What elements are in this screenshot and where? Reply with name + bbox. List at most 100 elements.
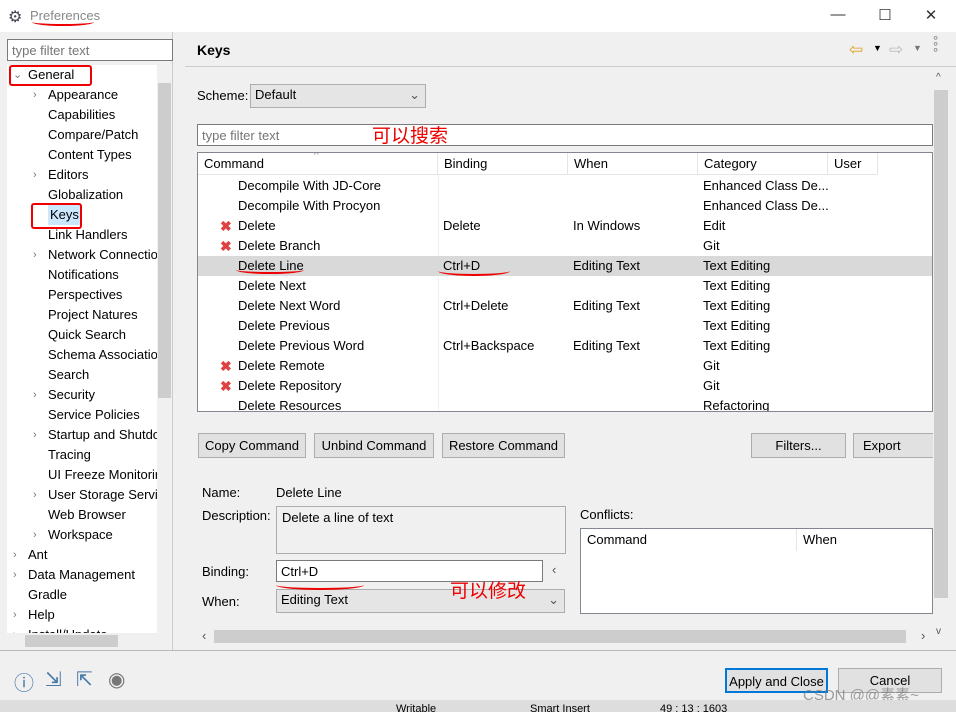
cell-command: Delete Next [238, 278, 306, 293]
keys-filter-input[interactable] [197, 124, 933, 146]
error-x-icon: ✖ [220, 238, 232, 254]
cell-command: Delete Resources [238, 398, 342, 412]
conflicts-table: Command When [580, 528, 933, 614]
sort-ascending-icon: ^ [314, 152, 319, 161]
cell-command: Delete Remote [238, 358, 325, 373]
chevron-right-icon[interactable]: › [33, 525, 37, 545]
annotation-underline [236, 266, 304, 274]
forward-arrow-icon[interactable]: ⇨ [889, 40, 903, 60]
page-horizontal-scrollbar[interactable]: ‹ › [197, 628, 933, 644]
column-category[interactable]: Category [698, 153, 828, 175]
tree-item-label: Security [48, 387, 95, 402]
table-row[interactable]: ✖ Delete Branch Git [198, 236, 932, 256]
tree-item-label: Globalization [48, 187, 124, 202]
annotation-underline [276, 580, 364, 590]
forward-dropdown-icon[interactable]: ▼ [913, 43, 922, 53]
table-row[interactable]: Delete Previous Word Ctrl+Backspace Editin… [198, 336, 932, 356]
tree-item-label: Editors [48, 167, 89, 182]
column-when[interactable]: When [568, 153, 698, 175]
tree-vertical-scrollbar[interactable] [157, 65, 172, 633]
tree-filter-input[interactable] [7, 39, 173, 61]
tree-item-label: Web Browser [48, 507, 126, 522]
tree-horizontal-scrollbar[interactable] [7, 633, 172, 649]
view-menu-icon[interactable]: ° ° ° [933, 34, 941, 59]
when-label: When: [202, 594, 240, 609]
eclipse-gear-icon: ⚙ [8, 9, 23, 26]
unbind-command-button[interactable]: Unbind Command [314, 433, 434, 458]
tree-item-label: Gradle [28, 587, 68, 602]
copy-command-button[interactable]: Copy Command [198, 433, 306, 458]
tree-item-label: Notifications [48, 267, 119, 282]
minimize-button[interactable]: — [828, 6, 848, 23]
cell-category: Git [703, 238, 720, 253]
table-row[interactable]: Decompile With JD-Core Enhanced Class De.… [198, 176, 932, 196]
table-row[interactable]: Delete Next Word Ctrl+Delete Editing Text T… [198, 296, 932, 316]
scroll-thumb[interactable] [158, 83, 171, 398]
table-row[interactable]: ✖ Delete Delete In Windows Edit [198, 216, 932, 236]
conflicts-column-command[interactable]: Command [581, 529, 797, 551]
annotation-box-keys [31, 203, 82, 229]
cell-category: Enhanced Class De... [703, 178, 828, 193]
tree-item-label: Project Natures [48, 307, 138, 322]
filters-button[interactable]: Filters... [751, 433, 846, 458]
conflicts-column-when[interactable]: When [797, 529, 932, 551]
cell-when: Editing Text [573, 258, 640, 273]
cell-category: Text Editing [703, 278, 771, 293]
back-dropdown-icon[interactable]: ▼ [873, 43, 882, 53]
chevron-right-icon[interactable]: › [13, 605, 17, 625]
tree-item-label: Data Management [28, 567, 135, 582]
tree-item-label: Help [28, 607, 55, 622]
conflicts-label: Conflicts: [580, 507, 634, 522]
chevron-right-icon[interactable]: › [33, 165, 37, 185]
tree-item-label: Search [48, 367, 90, 382]
tree-item-label: Compare/Patch [48, 127, 139, 142]
error-x-icon: ✖ [220, 378, 232, 394]
column-user[interactable]: User [828, 153, 878, 175]
record-icon[interactable]: ◉ [108, 667, 125, 692]
tree-item-label: Workspace [48, 527, 113, 542]
chevron-right-icon[interactable]: › [13, 545, 17, 565]
background-status-bar: Writable Smart Insert 49 : 13 : 1603 [0, 700, 956, 712]
export-icon[interactable]: ⇱ [76, 667, 93, 692]
tree-item-label: Ant [28, 547, 48, 562]
restore-command-button[interactable]: Restore Command [442, 433, 565, 458]
cell-category: Text Editing [703, 298, 771, 313]
close-button[interactable]: ✕ [921, 6, 941, 24]
table-row[interactable]: ✖ Delete Remote Git [198, 356, 932, 376]
table-row[interactable]: Decompile With Procyon Enhanced Class De.… [198, 196, 932, 216]
back-arrow-icon[interactable]: ⇦ [849, 40, 863, 60]
chevron-right-icon[interactable]: › [33, 385, 37, 405]
maximize-button[interactable]: ☐ [875, 6, 895, 24]
table-row[interactable]: Delete Resources Refactoring [198, 396, 932, 412]
cell-command: Delete Next Word [238, 298, 341, 313]
chevron-right-icon[interactable]: › [33, 245, 37, 265]
table-row[interactable]: Delete Line Ctrl+D Editing Text Text Editin… [198, 256, 932, 276]
table-row[interactable]: ✖ Delete Repository Git [198, 376, 932, 396]
description-label: Description: [202, 508, 271, 523]
page-title: Keys [197, 42, 231, 58]
chevron-right-icon[interactable]: › [33, 85, 37, 105]
binding-options-icon[interactable]: ‹ [552, 562, 556, 577]
chevron-right-icon[interactable]: › [13, 625, 17, 633]
table-row[interactable]: Delete Next Text Editing [198, 276, 932, 296]
export-csv-button[interactable]: Export CSV... [853, 433, 938, 458]
cell-category: Text Editing [703, 318, 771, 333]
cell-category: Text Editing [703, 338, 771, 353]
cell-when: Editing Text [573, 338, 640, 353]
import-icon[interactable]: ⇲ [45, 667, 62, 692]
annotation-underline [32, 18, 94, 26]
tree-item-label: UI Freeze Monitorir [48, 467, 157, 482]
column-binding[interactable]: Binding [438, 153, 568, 175]
chevron-right-icon[interactable]: › [33, 485, 37, 505]
chevron-right-icon[interactable]: › [33, 425, 37, 445]
keys-table: Command ^ Binding When Category User Dec… [197, 152, 933, 412]
scheme-select[interactable]: Default ⌄ [250, 84, 426, 108]
cell-category: Git [703, 378, 720, 393]
table-row[interactable]: Delete Previous Text Editing [198, 316, 932, 336]
help-icon[interactable]: ⓘ [14, 667, 34, 696]
chevron-right-icon[interactable]: › [13, 565, 17, 585]
cell-command: Decompile With JD-Core [238, 178, 382, 193]
cell-binding: Delete [443, 218, 481, 233]
page-vertical-scrollbar[interactable]: ^ v [933, 72, 949, 642]
cell-command: Decompile With Procyon [238, 198, 381, 213]
